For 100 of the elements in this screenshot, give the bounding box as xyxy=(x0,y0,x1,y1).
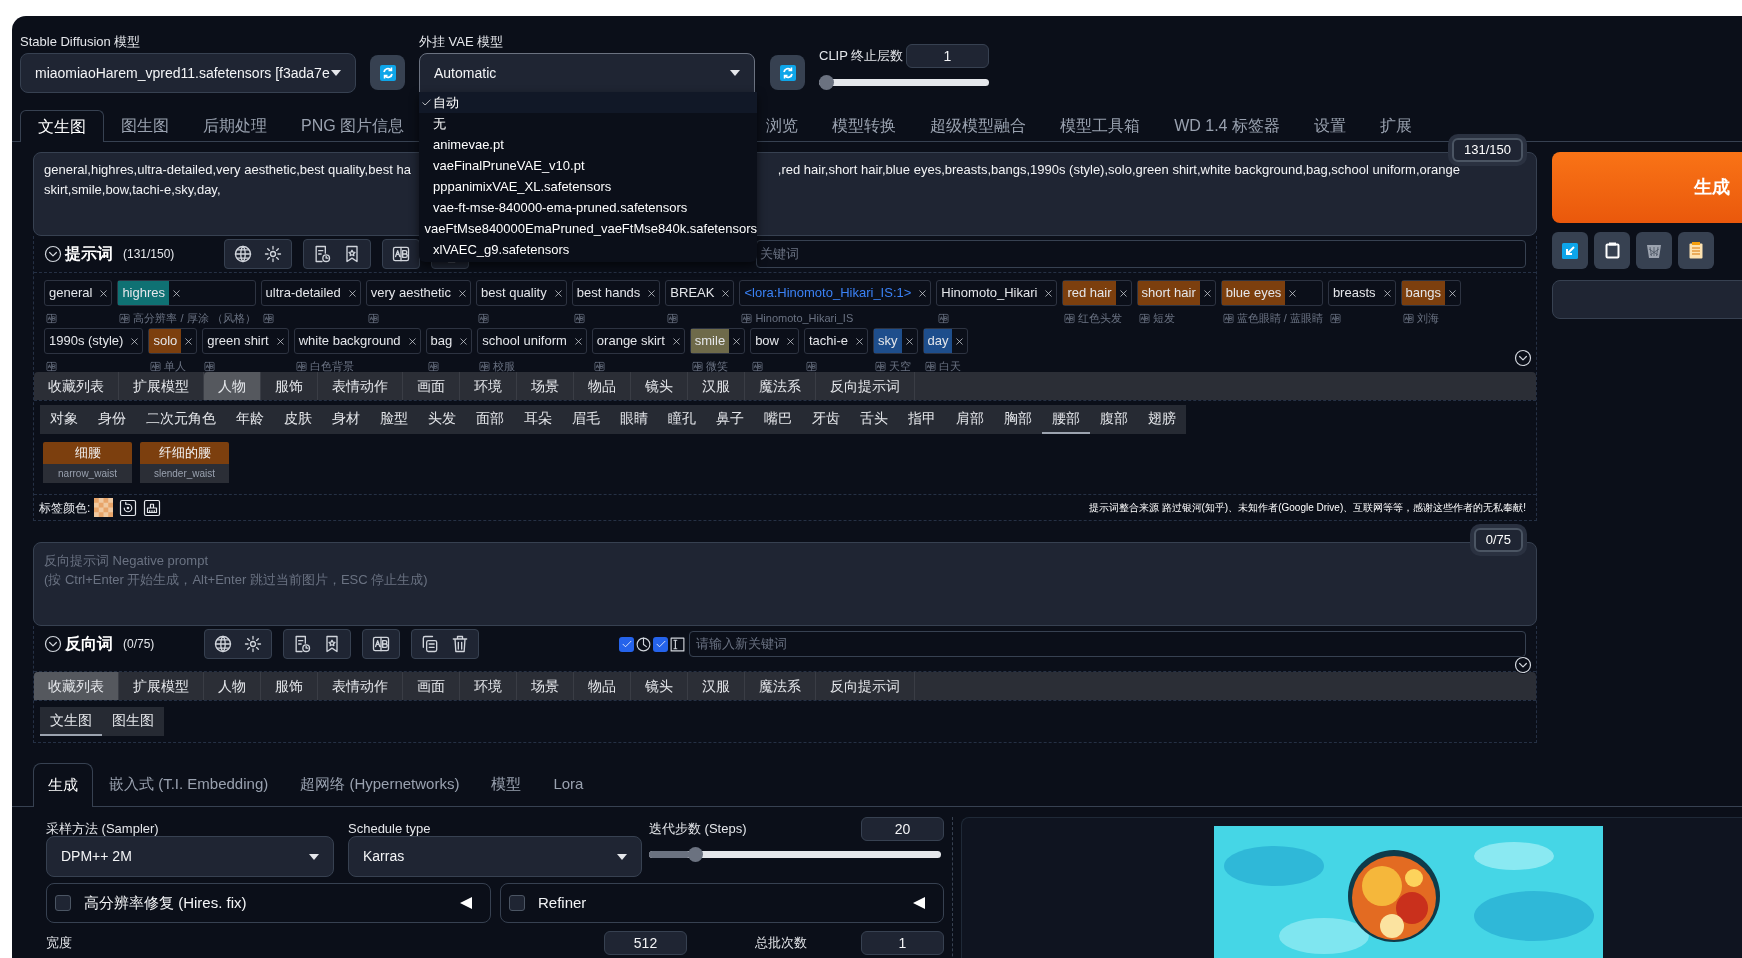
color-swatch[interactable] xyxy=(94,498,114,517)
settings-tab[interactable]: 嵌入式 (T.I. Embedding) xyxy=(93,763,285,806)
subcategory-tab[interactable]: 腰部 xyxy=(1042,405,1090,434)
category-tab[interactable]: 反向提示词 xyxy=(816,672,915,700)
category-tab[interactable]: 物品 xyxy=(574,372,631,400)
dropdown-option[interactable]: xlVAEC_g9.safetensors xyxy=(419,239,757,260)
text-cursor-icon[interactable] xyxy=(669,635,687,653)
subcategory-tab[interactable]: 眉毛 xyxy=(562,405,610,434)
tag-label[interactable]: best quality xyxy=(476,281,551,305)
word-label[interactable]: 纤细的腰 xyxy=(140,442,229,464)
translate-icon[interactable] xyxy=(367,312,379,324)
translate-icon[interactable] xyxy=(806,360,817,372)
translate-icon[interactable] xyxy=(150,360,162,372)
word-tag[interactable]: slender_waist xyxy=(140,464,229,483)
clipboard-button[interactable] xyxy=(1594,232,1630,269)
category-tab[interactable]: 表情动作 xyxy=(318,672,403,700)
subcategory-tab[interactable]: 腹部 xyxy=(1090,405,1138,434)
category-tab[interactable]: 人物 xyxy=(204,372,261,400)
tag-label[interactable]: Hinomoto_Hikari xyxy=(937,281,1042,305)
main-tab[interactable]: 模型转换 xyxy=(815,110,914,141)
main-tab[interactable]: 扩展 xyxy=(1362,110,1429,141)
settings-tab[interactable]: 模型 xyxy=(475,763,538,806)
tag-label[interactable]: school uniform xyxy=(478,329,571,353)
swap-button[interactable] xyxy=(391,244,412,264)
category-tab[interactable]: 画面 xyxy=(403,672,460,700)
settings-tab[interactable]: 生成 xyxy=(33,763,93,807)
category-tab[interactable]: 表情动作 xyxy=(318,372,403,400)
expand-icon[interactable] xyxy=(1514,349,1532,367)
translate-icon[interactable] xyxy=(741,312,753,324)
translate-icon[interactable] xyxy=(262,312,274,324)
main-tab[interactable]: WD 1.4 标签器 xyxy=(1157,110,1297,141)
tag-label[interactable]: bangs xyxy=(1401,281,1445,305)
refresh-button[interactable] xyxy=(770,55,805,90)
tag-label[interactable]: BREAK xyxy=(666,281,719,305)
subcategory-tab[interactable]: 嘴巴 xyxy=(754,405,802,434)
category-tab[interactable]: 场景 xyxy=(517,672,574,700)
tag-label[interactable]: short hair xyxy=(1137,281,1200,305)
subcategory-tab[interactable]: 身份 xyxy=(88,405,136,434)
translate-button[interactable] xyxy=(233,244,254,264)
category-tab[interactable]: 服饰 xyxy=(261,672,318,700)
slider-thumb[interactable] xyxy=(819,75,834,90)
subcategory-tab[interactable]: 牙齿 xyxy=(802,405,850,434)
checkbox[interactable] xyxy=(509,895,525,911)
translate-icon[interactable] xyxy=(427,360,439,372)
steps-field[interactable]: 20 xyxy=(861,817,944,841)
tag-label[interactable]: red hair xyxy=(1063,281,1116,305)
keyword-field[interactable]: 关键词 xyxy=(756,240,1526,268)
subcategory-tab[interactable]: 瞳孔 xyxy=(658,405,706,434)
category-tab[interactable]: 环境 xyxy=(460,672,517,700)
category-tab[interactable]: 镜头 xyxy=(631,672,688,700)
translate-icon[interactable] xyxy=(593,360,605,372)
translate-icon[interactable] xyxy=(1402,312,1414,324)
tag-label[interactable]: bag xyxy=(426,329,457,353)
translate-icon[interactable] xyxy=(479,360,491,372)
translate-icon[interactable] xyxy=(691,360,703,372)
slider-thumb[interactable] xyxy=(687,847,703,862)
translate-icon[interactable] xyxy=(1329,312,1341,324)
dropdown-option[interactable]: pppanimixVAE_XL.safetensors xyxy=(419,176,757,197)
translate-icon[interactable] xyxy=(46,312,57,324)
translate-icon[interactable] xyxy=(1222,312,1234,324)
category-tab[interactable]: 魔法系 xyxy=(745,372,816,400)
tag-label[interactable]: highres xyxy=(118,281,169,305)
subcategory-tab[interactable]: 对象 xyxy=(40,405,88,434)
category-tab[interactable]: 场景 xyxy=(517,372,574,400)
main-tab[interactable]: 后期处理 xyxy=(186,110,284,141)
translate-icon[interactable] xyxy=(938,312,950,324)
dropdown-option[interactable]: vae-ft-mse-840000-ema-pruned.safetensors xyxy=(419,197,757,218)
tag-label[interactable]: ultra-detailed xyxy=(261,281,345,305)
tag-label[interactable]: breasts xyxy=(1328,281,1380,305)
category-tab[interactable]: 扩展模型 xyxy=(119,672,204,700)
subcategory-tab[interactable]: 翅膀 xyxy=(1138,405,1186,434)
batch-count-field[interactable]: 1 xyxy=(861,931,944,955)
slider[interactable] xyxy=(819,75,989,90)
settings-tab[interactable]: 超网络 (Hypernetworks) xyxy=(284,763,476,806)
subcategory-tab[interactable]: 肩部 xyxy=(946,405,994,434)
category-tab[interactable]: 魔法系 xyxy=(745,672,816,700)
tag-label[interactable]: green shirt xyxy=(203,329,273,353)
dropdown-option[interactable]: vaeFinalPruneVAE_v10.pt xyxy=(419,155,757,176)
subcategory-tab[interactable]: 身材 xyxy=(322,405,370,434)
slider[interactable] xyxy=(649,847,941,862)
word-label[interactable]: 细腰 xyxy=(43,442,132,464)
hires-fix-toggle[interactable]: 高分辨率修复 (Hires. fix) xyxy=(46,883,491,923)
subcategory-tab[interactable]: 胸部 xyxy=(994,405,1042,434)
tag-label[interactable]: sky xyxy=(874,329,902,353)
model-dropdown[interactable]: miaomiaoHarem_vpred11.safetensors [f3ada7e xyxy=(20,53,356,93)
tag-label[interactable]: very aesthetic xyxy=(366,281,455,305)
main-tab[interactable]: 超级模型融合 xyxy=(913,110,1044,141)
dropdown-option[interactable]: 自动 xyxy=(419,92,757,113)
translate-icon[interactable] xyxy=(46,360,57,372)
checkbox[interactable] xyxy=(653,636,669,652)
translate-icon[interactable] xyxy=(573,312,585,324)
subcategory-tab[interactable]: 二次元角色 xyxy=(136,405,226,434)
category-tab[interactable]: 物品 xyxy=(574,672,631,700)
settings-button[interactable] xyxy=(243,634,264,654)
translate-icon[interactable] xyxy=(875,360,886,372)
vae-dropdown[interactable]: Automatic xyxy=(419,53,755,93)
subcategory-tab[interactable]: 眼睛 xyxy=(610,405,658,434)
notes-button[interactable] xyxy=(1678,232,1714,269)
tag-label[interactable]: bow xyxy=(751,329,783,353)
tag-label[interactable]: general xyxy=(45,281,97,305)
